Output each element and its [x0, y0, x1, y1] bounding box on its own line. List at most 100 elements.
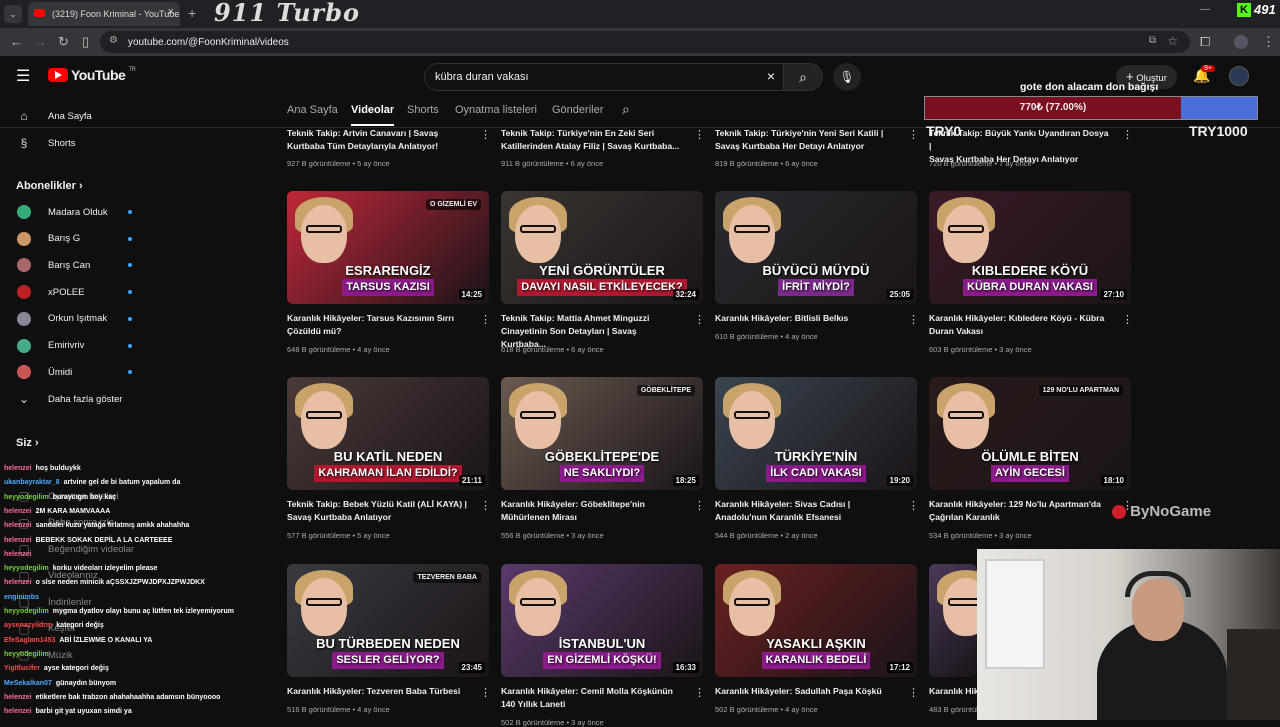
site-info-icon[interactable]: ⚙: [109, 35, 118, 46]
youtube-logo[interactable]: YouTube TR: [48, 67, 136, 83]
video-menu-icon[interactable]: ⋮: [1122, 313, 1133, 326]
video-thumbnail[interactable]: YASAKLI AŞKIN KARANLIK BEDELİ 17:12: [715, 564, 917, 677]
search-button[interactable]: ⌕: [783, 63, 823, 91]
video-duration: 19:20: [886, 475, 913, 486]
sidebar-item-0[interactable]: ⌂ Ana Sayfa: [0, 103, 150, 129]
chevron-down-icon: ⌄: [18, 392, 30, 406]
video-menu-icon[interactable]: ⋮: [908, 313, 919, 326]
tab-0[interactable]: Ana Sayfa: [287, 104, 338, 116]
voice-search-button[interactable]: 🎙: [833, 63, 861, 91]
video-title[interactable]: Karanlık Hikâyeler: Kıbledere Köyü - Küb…: [929, 312, 1109, 338]
chat-message: helenzei sandalei kuzu yatağa fırlatmış a…: [4, 522, 189, 529]
video-title[interactable]: Karanlık Hikâyeler: Bitlisli Belkıs: [715, 312, 895, 325]
video-thumbnail[interactable]: KIBLEDERE KÖYÜ KÜBRA DURAN VAKASI 27:10: [929, 191, 1131, 304]
chat-username: heyyodegilim: [4, 565, 49, 573]
video-title-line: Savaş Kurtbaba Her Detayı Anlatıyor: [715, 141, 865, 151]
subscription-item[interactable]: Barış Can: [0, 252, 150, 278]
sidepanel-icon[interactable]: ▯: [82, 34, 89, 50]
video-thumbnail[interactable]: BU KATİL NEDEN KAHRAMAN İLAN EDİLDİ? 21:11: [287, 377, 489, 490]
account-avatar[interactable]: [1229, 66, 1249, 86]
extensions-icon[interactable]: ⧠: [1200, 34, 1210, 50]
video-menu-icon[interactable]: ⋮: [908, 686, 919, 699]
video-menu-icon[interactable]: ⋮: [694, 499, 705, 512]
show-more-button[interactable]: ⌄ Daha fazla göster: [0, 386, 150, 412]
tab-3[interactable]: Oynatma listeleri: [455, 104, 537, 116]
chat-text: 2M KARA MAMVAAAA: [35, 507, 111, 515]
tab-4[interactable]: Gönderiler: [552, 104, 603, 116]
url-field[interactable]: ⚙ youtube.com/@FoonKriminal/videos ⧉ ☆: [100, 31, 1190, 53]
hamburger-menu-icon[interactable]: ☰: [16, 66, 30, 86]
video-title[interactable]: Karanlık Hikâyeler: Sadullah Paşa Köşkü: [715, 685, 895, 698]
video-title[interactable]: Teknik Takip: Bebek Yüzlü Katil (ALİ KAY…: [287, 498, 467, 524]
new-tab-button[interactable]: +: [188, 5, 196, 21]
subscription-item[interactable]: xPOLEE: [0, 279, 150, 305]
sidebar-item-1[interactable]: § Shorts: [0, 130, 150, 156]
video-thumbnail[interactable]: BÜYÜCÜ MÜYDÜ İFRİT MİYDİ? 25:05: [715, 191, 917, 304]
video-menu-icon[interactable]: ⋮: [694, 313, 705, 326]
tab-1[interactable]: Videolar: [351, 104, 395, 126]
video-title[interactable]: Karanlık Hikâyeler: Tarsus Kazısının Sır…: [287, 312, 467, 338]
install-icon[interactable]: ⧉: [1149, 35, 1156, 46]
host-face: [301, 578, 347, 636]
clear-search-icon[interactable]: ×: [767, 68, 775, 84]
video-menu-icon[interactable]: ⋮: [480, 313, 491, 326]
subscription-item[interactable]: Ümidi: [0, 359, 150, 385]
video-thumbnail[interactable]: 129 NO'LU APARTMAN ÖLÜMLE BİTEN AYİN GECES…: [929, 377, 1131, 490]
host-face: [943, 205, 989, 263]
minimize-icon[interactable]: —: [1200, 4, 1210, 15]
video-menu-icon[interactable]: ⋮: [1122, 128, 1133, 141]
video-menu-icon[interactable]: ⋮: [908, 499, 919, 512]
video-thumbnail[interactable]: TÜRKİYE'NİN İLK CADI VAKASI 19:20: [715, 377, 917, 490]
donation-progress-text: 770₺ (77.00%): [1019, 102, 1087, 113]
video-title[interactable]: Teknik Takip: Türkiye'nin Yeni Seri Kati…: [715, 127, 895, 153]
you-heading[interactable]: Siz ›: [16, 437, 39, 449]
webcam-headset: [1125, 571, 1191, 597]
video-menu-icon[interactable]: ⋮: [480, 686, 491, 699]
video-thumbnail[interactable]: YENİ GÖRÜNTÜLER DAVAYI NASIL ETKİLEYECEK?…: [501, 191, 703, 304]
video-menu-icon[interactable]: ⋮: [908, 128, 919, 141]
video-title[interactable]: Karanlık Hikâyeler: Tezveren Baba Türbes…: [287, 685, 467, 698]
video-title[interactable]: Teknik Takip: Türkiye'nin En Zeki Seri Ka…: [501, 127, 681, 153]
video-thumbnail[interactable]: O GİZEMLİ EV ESRARENGİZ TARSUS KAZISI 14:25: [287, 191, 489, 304]
chat-text: ayse kategori değiş: [43, 665, 109, 673]
profile-avatar[interactable]: [1234, 35, 1248, 49]
video-thumbnail[interactable]: İSTANBUL'UN EN GİZEMLİ KÖŞKÜ! 16:33: [501, 564, 703, 677]
forward-icon[interactable]: →: [34, 34, 47, 49]
video-title-line: Teknik Takip: Artvin Canavarı | Savaş: [287, 128, 439, 138]
browser-tab[interactable]: (3219) Foon Kriminal - YouTube ×: [28, 2, 180, 26]
subscription-item[interactable]: Orkun Işıtmak: [0, 306, 150, 332]
video-title[interactable]: Karanlık Hikâyeler: Sivas Cadısı | Anadol…: [715, 498, 895, 524]
video-menu-icon[interactable]: ⋮: [480, 128, 491, 141]
video-title[interactable]: Teknik Takip: Artvin Canavarı | Savaş Kur…: [287, 127, 467, 153]
subscription-item[interactable]: Emirivriv: [0, 333, 150, 359]
thumbnail-tag: O GİZEMLİ EV: [425, 199, 481, 210]
video-thumbnail[interactable]: [929, 564, 977, 677]
back-icon[interactable]: ←: [10, 34, 23, 49]
video-duration: 16:33: [672, 662, 699, 673]
video-thumbnail[interactable]: GÖBEKLİTEPE GÖBEKLİTEPE'DE NE SAKLIYDI? 18:…: [501, 377, 703, 490]
video-menu-icon[interactable]: ⋮: [694, 128, 705, 141]
subscription-item[interactable]: Madara Olduk: [0, 199, 150, 225]
reload-icon[interactable]: ↻: [58, 34, 69, 50]
microphone-icon: 🎙: [839, 70, 855, 84]
bookmark-star-icon[interactable]: ☆: [1167, 34, 1178, 48]
close-tab-icon[interactable]: ×: [168, 6, 174, 18]
video-menu-icon[interactable]: ⋮: [694, 686, 705, 699]
video-title[interactable]: Karanlık Hikâyeler: Cemil Molla Köşkünün…: [501, 685, 681, 711]
video-title[interactable]: Karanlık Hikâyeler: 129 No'lu Apartman'd…: [929, 498, 1109, 524]
video-meta: 577 B görüntüleme • 5 ay önce: [287, 531, 390, 540]
notifications-button[interactable]: 🔔 9+: [1193, 65, 1215, 84]
video-title[interactable]: Karanlık Hikâyeler: Göbeklitepe'nin Mühür…: [501, 498, 681, 524]
video-meta: 618 B görüntüleme • 6 ay önce: [501, 345, 604, 354]
subscriptions-heading-label: Abonelikler: [16, 180, 76, 192]
subscriptions-heading[interactable]: Abonelikler ›: [16, 180, 83, 192]
video-thumbnail[interactable]: TEZVEREN BABA BU TÜRBEDEN NEDEN SESLER GEL…: [287, 564, 489, 677]
tab-list-button[interactable]: ⌄: [4, 5, 22, 23]
chat-username: helenzei: [4, 708, 32, 716]
search-input[interactable]: kübra duran vakası ×: [424, 63, 784, 91]
tab-2[interactable]: Shorts: [407, 104, 439, 116]
channel-search-icon[interactable]: ⌕: [622, 101, 630, 118]
video-menu-icon[interactable]: ⋮: [480, 499, 491, 512]
menu-dots-icon[interactable]: ⋮: [1262, 34, 1275, 50]
subscription-item[interactable]: Barış G: [0, 226, 150, 252]
